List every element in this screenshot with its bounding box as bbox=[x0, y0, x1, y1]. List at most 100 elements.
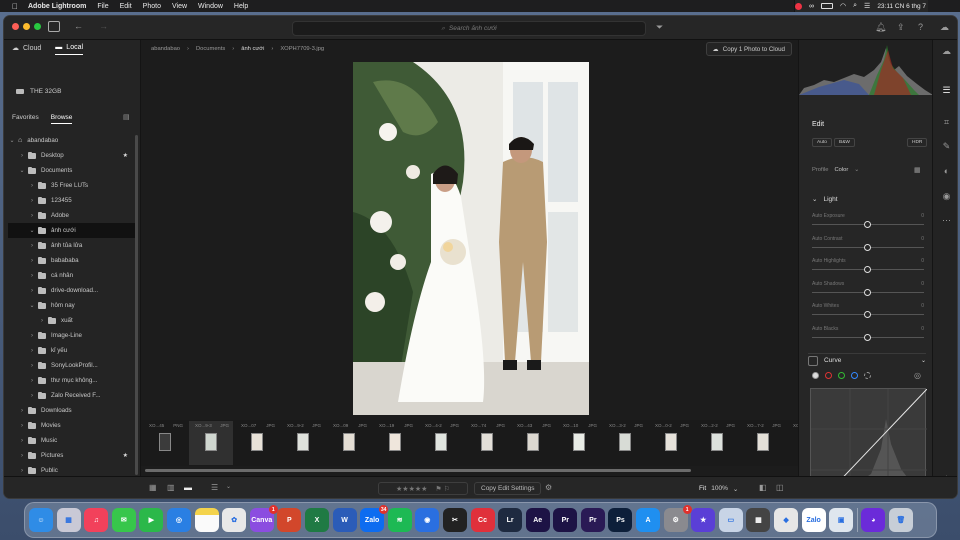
tab-browse[interactable]: Browse bbox=[50, 114, 73, 124]
crumb-folder[interactable]: ảnh cưới bbox=[241, 46, 264, 52]
record-icon[interactable] bbox=[795, 2, 802, 10]
chevron-right-icon[interactable]: › bbox=[28, 363, 36, 369]
search-box[interactable]: ⌕ Search ảnh cưới bbox=[292, 21, 646, 36]
folder-row[interactable]: › Desktop ★ bbox=[8, 148, 136, 163]
grid-view-icon[interactable]: ▦ bbox=[149, 483, 157, 492]
folder-row[interactable]: ⌄ ⌂ abandabao bbox=[8, 133, 136, 148]
chevron-right-icon[interactable]: › bbox=[18, 408, 26, 414]
folder-row[interactable]: › Movies bbox=[8, 418, 136, 433]
slider-value[interactable]: 0 bbox=[921, 303, 924, 309]
dock-tweaks[interactable]: ◕ bbox=[861, 508, 886, 532]
gear-icon[interactable]: ⚙ bbox=[545, 483, 552, 492]
dock-finder[interactable]: ☺ bbox=[29, 508, 53, 532]
tab-favorites[interactable]: Favorites bbox=[12, 114, 39, 124]
fit-label[interactable]: Fit bbox=[699, 485, 706, 493]
dock-creative-cloud[interactable]: Cc bbox=[470, 508, 495, 532]
slider-knob[interactable] bbox=[864, 266, 871, 273]
dock-messages[interactable]: ✉ bbox=[111, 508, 136, 532]
profile-browser-icon[interactable]: ▦ bbox=[914, 166, 921, 174]
left-scrollbar[interactable] bbox=[135, 135, 138, 475]
slider-knob[interactable] bbox=[864, 221, 871, 228]
clock[interactable]: 23:11 CN 6 thg 7 bbox=[877, 3, 926, 10]
forward-arrow-icon[interactable]: → bbox=[99, 21, 108, 31]
menu-help[interactable]: Help bbox=[234, 3, 248, 10]
wifi-icon[interactable]: ◠ bbox=[840, 2, 846, 10]
flag-reject-icon[interactable]: ⚐ bbox=[444, 485, 450, 493]
folder-row[interactable]: ⌄ ảnh cưới bbox=[8, 223, 136, 238]
dock-settings[interactable]: ⚙ 1 bbox=[663, 505, 692, 532]
slider-knob[interactable] bbox=[864, 288, 871, 296]
chevron-right-icon[interactable]: › bbox=[18, 153, 26, 159]
red-eye-icon[interactable]: ◉ bbox=[940, 190, 953, 203]
slider-knob[interactable] bbox=[864, 243, 871, 251]
chevron-right-icon[interactable]: › bbox=[28, 243, 36, 249]
folder-row[interactable]: › 123455 bbox=[8, 193, 136, 208]
copy-edit-settings-button[interactable]: Copy Edit Settings bbox=[474, 482, 542, 495]
filmstrip-thumbnail[interactable]: XO...19 JPG bbox=[373, 421, 417, 465]
chevron-down-icon[interactable]: ⌄ bbox=[28, 227, 36, 234]
dock-music[interactable]: ♫ bbox=[84, 508, 109, 532]
crumb-documents[interactable]: Documents bbox=[196, 46, 225, 52]
filmstrip-scrollbar[interactable] bbox=[145, 469, 691, 472]
folder-row[interactable]: ⌄ Documents bbox=[8, 163, 136, 178]
chevron-right-icon[interactable]: › bbox=[28, 348, 36, 354]
dock-capcut[interactable]: ✂ bbox=[442, 508, 467, 532]
drive-item[interactable]: THE 32GB bbox=[16, 88, 61, 95]
dock-premiere[interactable]: Pr bbox=[553, 508, 578, 532]
dock-podcast[interactable]: ◉ bbox=[415, 508, 440, 532]
light-slider[interactable]: Auto Contrast 0 bbox=[812, 236, 924, 254]
chevron-right-icon[interactable]: › bbox=[28, 183, 36, 189]
auto-button[interactable]: Auto bbox=[812, 138, 832, 147]
dock-canva[interactable]: Canva 1 bbox=[249, 505, 278, 532]
chevron-right-icon[interactable]: › bbox=[28, 378, 36, 384]
bw-button[interactable]: B&W bbox=[834, 138, 855, 147]
hdr-button[interactable]: HDR bbox=[907, 138, 928, 147]
folder-row[interactable]: › Adobe bbox=[8, 208, 136, 223]
folder-row[interactable]: › ảnh tủa lửa bbox=[8, 238, 136, 253]
chevron-right-icon[interactable]: › bbox=[28, 273, 36, 279]
light-slider[interactable]: Auto Exposure 0 bbox=[812, 213, 924, 231]
dock-zalo-2[interactable]: Zalo bbox=[801, 508, 826, 532]
curve-target-icon[interactable]: ◎ bbox=[914, 371, 921, 380]
chevron-right-icon[interactable]: › bbox=[18, 453, 26, 459]
sidebar-toggle-icon[interactable] bbox=[48, 21, 60, 32]
slider-value[interactable]: 0 bbox=[921, 326, 924, 332]
curve-tool-icon[interactable] bbox=[808, 355, 818, 366]
chevron-right-icon[interactable]: › bbox=[18, 438, 26, 444]
filmstrip-thumbnail[interactable]: XO...9-3 JPG bbox=[189, 421, 233, 465]
cloud-status-icon[interactable]: ☁ bbox=[940, 22, 949, 33]
menu-window[interactable]: Window bbox=[198, 3, 223, 10]
dock-lightroom[interactable]: Lr bbox=[498, 508, 523, 532]
dock-imovie[interactable]: ★ bbox=[691, 508, 716, 532]
menu-view[interactable]: View bbox=[172, 3, 187, 10]
sort-icon[interactable]: ☰ bbox=[211, 483, 218, 492]
slider-knob[interactable] bbox=[864, 333, 871, 341]
new-folder-icon[interactable]: ▤ bbox=[123, 113, 130, 121]
dock-after-effects[interactable]: Ae bbox=[525, 508, 550, 532]
chevron-right-icon[interactable]: › bbox=[18, 423, 26, 429]
zoom-control[interactable]: Fit 100% ⌄ bbox=[699, 485, 738, 493]
filmstrip-thumbnail[interactable]: XO...0-2 JPG bbox=[649, 421, 693, 465]
chevron-right-icon[interactable]: › bbox=[28, 393, 36, 399]
edit-sliders-icon[interactable]: ☰ bbox=[940, 84, 953, 97]
dock-trash[interactable]: 🗑 bbox=[889, 508, 913, 532]
filmstrip-thumbnail[interactable]: XO...9-2 JPG bbox=[281, 421, 325, 465]
dock-calculator[interactable]: ▦ bbox=[746, 508, 771, 532]
curve-blue-dot[interactable] bbox=[851, 372, 858, 379]
dock-spotify[interactable]: ≋ bbox=[387, 508, 412, 532]
filter-icon[interactable]: ⏷ bbox=[656, 22, 663, 33]
chevron-right-icon[interactable]: › bbox=[28, 213, 36, 219]
chevron-right-icon[interactable]: › bbox=[28, 333, 36, 339]
copy-to-cloud-button[interactable]: ☁ Copy 1 Photo to Cloud bbox=[705, 42, 792, 56]
dock-excel[interactable]: X bbox=[304, 508, 329, 532]
profile-row[interactable]: Profile Color ⌄ bbox=[812, 167, 859, 173]
folder-row[interactable]: › SonyLookProfil... bbox=[8, 358, 136, 373]
slider-value[interactable]: 0 bbox=[921, 236, 924, 242]
before-after-icon[interactable]: ◫ bbox=[776, 483, 784, 492]
battery-icon[interactable] bbox=[821, 3, 833, 9]
light-section-header[interactable]: ⌄ Light bbox=[812, 195, 838, 204]
dock-roblox[interactable]: ◆ bbox=[774, 508, 799, 532]
slider-knob[interactable] bbox=[864, 311, 871, 318]
curve-rgb-dot[interactable] bbox=[812, 372, 819, 379]
menu-edit[interactable]: Edit bbox=[120, 3, 132, 10]
